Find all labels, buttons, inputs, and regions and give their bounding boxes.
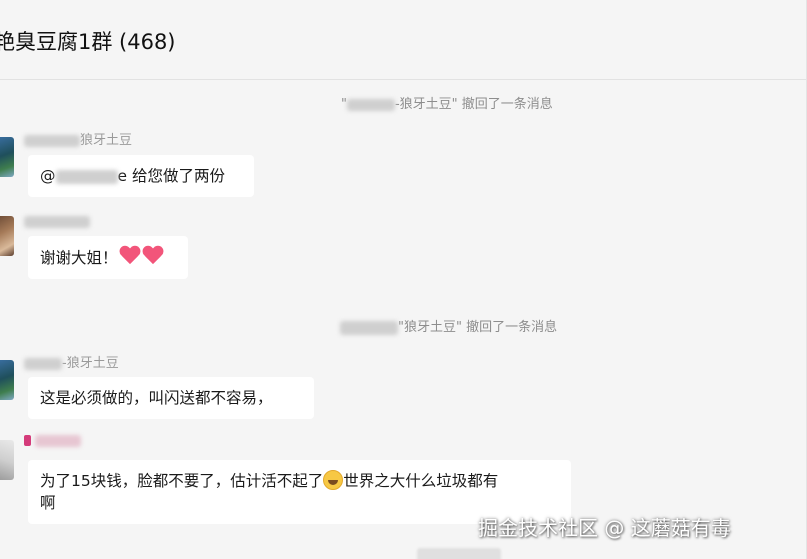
redacted-nickname: [24, 215, 90, 228]
badge-icon: [24, 435, 31, 446]
redacted-nickname: [35, 434, 82, 447]
avatar[interactable]: [0, 440, 14, 480]
watermark: 掘金技术社区 @ 这蘑菇有毒: [478, 516, 731, 540]
system-message: " -狼牙土豆" 撤回了一条消息: [341, 93, 553, 112]
message-text: 谢谢大姐！: [40, 249, 118, 267]
avatar[interactable]: [0, 216, 14, 256]
message-bubble[interactable]: 这是必须做的，叫闪送都不容易，: [28, 377, 314, 419]
sender-nickname: [24, 433, 82, 448]
system-name: -狼牙土豆": [394, 97, 458, 112]
group-title[interactable]: 艳臭豆腐1群 (468): [0, 26, 176, 56]
message-text: e 给您做了两份: [117, 167, 225, 185]
system-action: 撤回了一条消息: [461, 320, 558, 335]
avatar[interactable]: [0, 360, 14, 400]
message-text: 啊: [40, 494, 56, 512]
message-text: 这是必须做的，叫闪送都不容易，: [40, 389, 273, 407]
redacted-nickname: [24, 357, 62, 370]
avatar[interactable]: [0, 137, 14, 177]
redacted-mention: [55, 169, 118, 184]
redacted-nickname: [24, 134, 80, 147]
sender-nickname: 狼牙土豆: [24, 129, 132, 148]
message-bubble[interactable]: @ e 给您做了两份: [28, 155, 254, 197]
red-heart-icon: [119, 246, 141, 266]
redacted-name: [346, 98, 395, 111]
system-name: "狼牙土豆": [398, 320, 462, 335]
red-heart-icon: [142, 246, 164, 266]
system-action: 撤回了一条消息: [457, 97, 553, 112]
system-message: "狼牙土豆" 撤回了一条消息: [340, 316, 557, 335]
grinning-sweat-emoji-icon: [323, 470, 344, 490]
nickname-text: -狼牙土豆: [62, 356, 119, 371]
chat-header: 艳臭豆腐1群 (468): [0, 0, 807, 80]
nickname-text: 狼牙土豆: [80, 133, 133, 148]
chat-window: 艳臭豆腐1群 (468) " -狼牙土豆" 撤回了一条消息 狼牙土豆 @ e 给您…: [0, 0, 807, 559]
message-text: 为了15块钱，脸都不要了，估计活不起了: [40, 472, 324, 490]
redacted-name: [340, 320, 398, 335]
sender-nickname: -狼牙土豆: [24, 352, 119, 371]
mention-symbol: @: [40, 167, 56, 185]
message-text: 世界之大什么垃圾都有: [343, 472, 499, 490]
timestamp-chip: [417, 548, 501, 559]
sender-nickname: [24, 214, 90, 229]
message-bubble[interactable]: 谢谢大姐！: [28, 236, 188, 279]
